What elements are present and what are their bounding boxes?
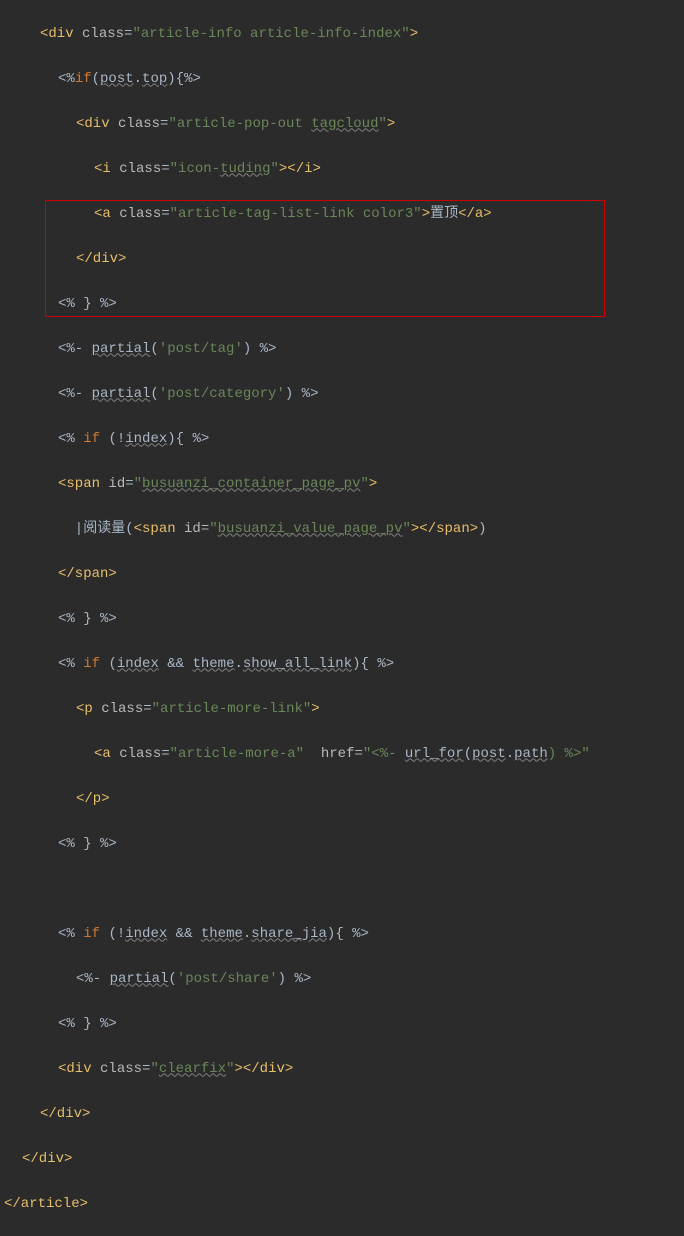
- code-line: <%- partial('post/category') %>: [4, 383, 684, 406]
- code-line-highlighted: |阅读量(<span id="busuanzi_value_page_pv"><…: [4, 518, 684, 541]
- code-line: <% if (index && theme.show_all_link){ %>: [4, 653, 684, 676]
- code-line-highlighted: <% } %>: [4, 608, 684, 631]
- code-line: <% } %>: [4, 293, 684, 316]
- code-line: <div class="article-pop-out tagcloud">: [4, 113, 684, 136]
- code-line-highlighted: <% if (!index){ %>: [4, 428, 684, 451]
- code-line: <%- partial('post/tag') %>: [4, 338, 684, 361]
- code-line: <%- partial('post/share') %>: [4, 968, 684, 991]
- code-line: <% if (!index && theme.share_jia){ %>: [4, 923, 684, 946]
- code-line-highlighted: <span id="busuanzi_container_page_pv">: [4, 473, 684, 496]
- code-line: <%if(post.top){%>: [4, 68, 684, 91]
- code-line: <a class="article-tag-list-link color3">…: [4, 203, 684, 226]
- code-line: </div>: [4, 1148, 684, 1171]
- code-line: <p class="article-more-link">: [4, 698, 684, 721]
- code-line: <% } %>: [4, 1013, 684, 1036]
- code-line: <div class="article-info article-info-in…: [4, 23, 684, 46]
- code-line: </div>: [4, 1103, 684, 1126]
- code-line: </p>: [4, 788, 684, 811]
- code-editor[interactable]: <div class="article-info article-info-in…: [0, 0, 684, 1236]
- code-line: <% } %>: [4, 833, 684, 856]
- code-line: </div>: [4, 248, 684, 271]
- code-line-highlighted: </span>: [4, 563, 684, 586]
- code-line: <a class="article-more-a" href="<%- url_…: [4, 743, 684, 766]
- code-line: [4, 878, 684, 901]
- code-line: <i class="icon-tuding"></i>: [4, 158, 684, 181]
- code-line: </article>: [4, 1193, 684, 1216]
- code-line: <div class="clearfix"></div>: [4, 1058, 684, 1081]
